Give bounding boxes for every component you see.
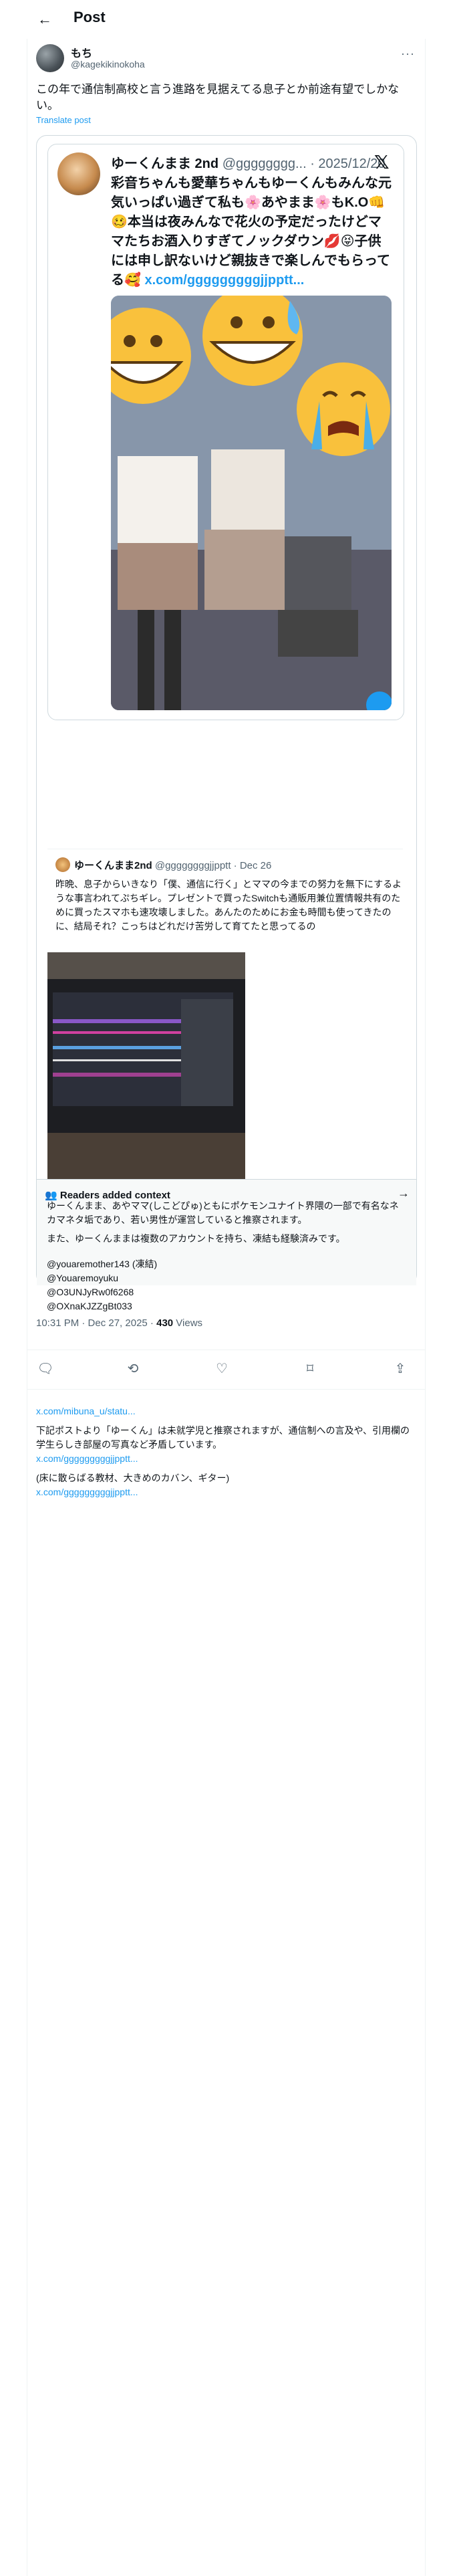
quoted-avatar	[55, 857, 70, 872]
quoted-header: ゆーくんまま2nd @ggggggggjjpptt · Dec 26	[74, 858, 271, 872]
author-name[interactable]: もち	[71, 44, 92, 60]
x-logo-icon: 𝕏	[374, 152, 390, 173]
embedded-handle: @gggggggg... · 2025/12/20	[222, 156, 386, 171]
embedded-avatar	[57, 152, 100, 195]
photo-illustration	[111, 296, 392, 710]
views-count: 430	[156, 1317, 174, 1329]
note-line: ゆーくんまま、あやママ(しこどぴゅ)ともにポケモンユナイト界隈の一部で有名なネカ…	[47, 1200, 399, 1225]
embedded-text: 彩音ちゃんも愛華ちゃんもゆーくんもみんな元気いっぱい過ぎて私も🌸あやまま🌸もK.…	[111, 174, 392, 290]
embedded-link[interactable]: x.com/gggggggggjjpptt...	[144, 273, 304, 288]
embedded-post[interactable]: ゆーくんまま 2nd @gggggggg... · 2025/12/20 𝕏 彩…	[47, 144, 404, 720]
heart-icon[interactable]: ♡	[212, 1360, 231, 1378]
arrow-right-icon[interactable]: →	[398, 1186, 410, 1200]
note-account[interactable]: @Youaremoyuku	[47, 1271, 408, 1285]
author-handle[interactable]: @kagekikinokoha	[71, 59, 145, 70]
note-account[interactable]: @O3UNJyRw0f6268	[47, 1285, 408, 1299]
quoted-text: 昨晩、息子からいきなり「僕、通信に行く」とママの今までの努力を無下にするような事…	[55, 879, 402, 932]
post-meta: 10:31 PM · Dec 27, 2025 · 430 Views	[36, 1317, 202, 1329]
views-label: Views	[173, 1317, 203, 1329]
action-bar: 🗨 ⟲ ♡ ⌑ ⇪	[27, 1350, 425, 1390]
avatar[interactable]	[36, 44, 64, 72]
post-text: この年で通信制高校と言う進路を見据えてる息子とか前途有望でしかない。	[36, 83, 400, 112]
embedded-photo[interactable]	[111, 296, 392, 710]
note-overflow: x.com/mibuna_u/statu... 下記ポストより「ゆーくん」は未就…	[36, 1404, 410, 1499]
quoted-photo[interactable]	[47, 952, 245, 1181]
share-icon[interactable]: ⇪	[391, 1360, 410, 1378]
post-time[interactable]: 10:31 PM · Dec 27, 2025 ·	[36, 1317, 156, 1329]
note-line: また、ゆーくんままは複数のアカウントを持ち、凍結も経験済みです。	[47, 1233, 345, 1244]
quoted-display-name: ゆーくんまま2nd	[74, 860, 152, 871]
repost-icon[interactable]: ⟲	[124, 1360, 142, 1378]
embedded-body: 彩音ちゃんも愛華ちゃんもゆーくんもみんな元気いっぱい過ぎて私も🌸あやまま🌸もK.…	[111, 176, 392, 288]
note-link[interactable]: x.com/mibuna_u/statu...	[36, 1404, 410, 1418]
bookmark-icon[interactable]: ⌑	[301, 1360, 319, 1378]
quote-card[interactable]: ゆーくんまま 2nd @gggggggg... · 2025/12/20 𝕏 彩…	[36, 135, 417, 1285]
more-icon[interactable]: ···	[401, 47, 415, 61]
note-account[interactable]: @youaremother143 (凍結)	[47, 1257, 408, 1271]
embedded-name: ゆーくんまま 2nd @gggggggg... · 2025/12/20	[111, 152, 386, 172]
note-line: (床に散らばる教材、大きめのカバン、ギター)	[36, 1473, 230, 1483]
reply-icon[interactable]: 🗨	[36, 1360, 55, 1378]
note-link[interactable]: x.com/gggggggggjjpptt...	[36, 1485, 410, 1499]
arrow-left-icon[interactable]: ←	[35, 9, 55, 29]
note-line: 下記ポストより「ゆーくん」は未就学児と推察されますが、通信制への言及や、引用欄の…	[36, 1425, 410, 1450]
quoted-handle: @ggggggggjjpptt · Dec 26	[154, 860, 272, 871]
translate-link[interactable]: Translate post	[36, 115, 91, 125]
top-bar: ← Post	[0, 0, 451, 39]
switch-photo	[47, 952, 245, 1181]
page-title: Post	[73, 9, 106, 25]
note-account[interactable]: @OXnaKJZZgBt033	[47, 1299, 408, 1313]
embedded-display-name: ゆーくんまま 2nd	[111, 156, 219, 171]
note-link[interactable]: x.com/gggggggggjjpptt...	[36, 1452, 410, 1466]
